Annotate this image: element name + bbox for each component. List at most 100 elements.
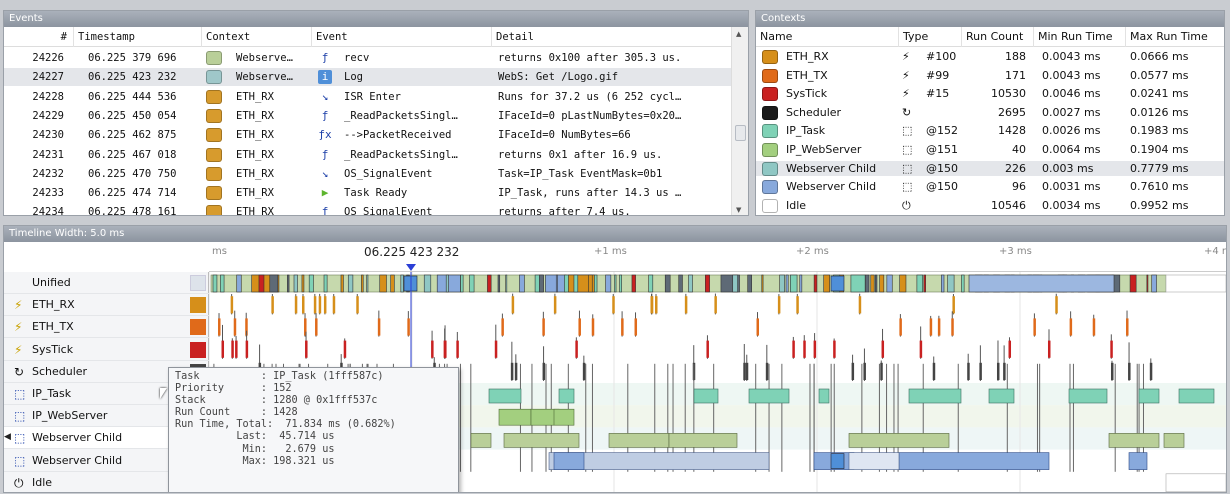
context-row[interactable]: Webserver Child ⬚ @150 226 0.003 ms 0.7779 ms bbox=[756, 160, 1224, 177]
context-row[interactable]: ETH_RX ⚡ #100 188 0.0043 ms 0.0666 ms bbox=[756, 49, 1224, 65]
timeline-row-name: ETH_RX bbox=[32, 298, 75, 312]
col-event[interactable]: Event bbox=[312, 27, 492, 47]
event-timestamp: 06.225 450 054 bbox=[88, 109, 177, 122]
event-row[interactable]: 24227 06.225 423 232 Webserve… i Log WebS: Ge… bbox=[4, 68, 732, 87]
context-name: Idle bbox=[786, 198, 807, 212]
event-number: 24227 bbox=[32, 71, 64, 84]
ruler-tick-3: +3 ms bbox=[999, 246, 1032, 257]
context-color-icon bbox=[206, 166, 222, 181]
event-spike-fill bbox=[356, 296, 359, 314]
event-row[interactable]: 24230 06.225 462 875 ETH_RX ƒx -->PacketRece… bbox=[4, 126, 732, 144]
context-row[interactable]: IP_Task ⬚ @152 1428 0.0026 ms 0.1983 ms bbox=[756, 123, 1224, 139]
context-run-count: 10530 bbox=[991, 87, 1026, 101]
event-number: 24228 bbox=[32, 90, 64, 103]
context-run-count: 96 bbox=[1012, 180, 1026, 194]
event-timestamp: 06.225 467 018 bbox=[88, 148, 177, 161]
timeline-row-name: ETH_TX bbox=[32, 320, 74, 334]
unified-segment bbox=[400, 274, 404, 293]
events-panel: Events # Timestamp Context Event Detail … bbox=[3, 10, 749, 216]
event-row[interactable]: 24226 06.225 379 696 Webserve… ƒ recv returns… bbox=[4, 49, 732, 67]
webserver-child-bar bbox=[1108, 433, 1160, 448]
context-row[interactable]: ETH_TX ⚡ #99 171 0.0043 ms 0.0577 ms bbox=[756, 68, 1224, 84]
event-spike-fill bbox=[578, 318, 581, 336]
context-min-run: 0.0031 ms bbox=[1042, 180, 1101, 194]
event-spike-fill bbox=[323, 296, 327, 314]
context-color-icon bbox=[206, 51, 222, 65]
unified-segment bbox=[923, 274, 926, 293]
events-scrollbar[interactable]: ▲ ▼ bbox=[731, 27, 748, 215]
unified-segment bbox=[301, 274, 305, 293]
unified-segment bbox=[293, 274, 298, 293]
time-ruler[interactable]: ms 06.225 423 232 +1 ms +2 ms +3 ms +4 r bbox=[209, 242, 1227, 272]
context-color-icon bbox=[762, 124, 778, 139]
unified-segment bbox=[545, 274, 567, 293]
event-spike-fill bbox=[937, 318, 941, 336]
col-min-run[interactable]: Min Run Time bbox=[1034, 27, 1126, 47]
timeline-row-label[interactable]: ⚡ ETH_RX bbox=[4, 294, 209, 317]
col-detail[interactable]: Detail bbox=[492, 27, 732, 47]
webserver-child2-bar bbox=[898, 452, 1050, 470]
col-num[interactable]: # bbox=[4, 27, 74, 47]
col-context[interactable]: Context bbox=[202, 27, 312, 47]
event-timestamp: 06.225 423 232 bbox=[88, 71, 177, 84]
unified-segment bbox=[361, 274, 364, 293]
ruler-tick-4: +4 r bbox=[1204, 246, 1227, 257]
event-timestamp: 06.225 379 696 bbox=[88, 52, 177, 64]
unified-segment bbox=[236, 274, 242, 293]
context-type-icon: ↻ bbox=[902, 105, 912, 119]
col-name[interactable]: Name bbox=[756, 27, 899, 47]
unified-segment bbox=[879, 274, 885, 293]
unified-segment bbox=[747, 274, 752, 293]
event-row[interactable]: 24234 06.225 478 161 ETH_RX ƒ OS_SignalEvent… bbox=[4, 203, 732, 215]
context-min-run: 0.0034 ms bbox=[1042, 198, 1101, 212]
event-spike-fill bbox=[813, 340, 817, 358]
event-row[interactable]: 24233 06.225 474 714 ETH_RX ▶ Task Ready IP_T… bbox=[4, 184, 732, 202]
scroll-thumb[interactable] bbox=[735, 125, 746, 141]
col-max-run[interactable]: Max Run Time bbox=[1126, 27, 1224, 47]
context-max-run: 0.7610 ms bbox=[1130, 180, 1189, 194]
timeline-panel: Timeline Width: 5.0 ms ms 06.225 423 232… bbox=[3, 225, 1227, 493]
context-type-icon: ⚡ bbox=[14, 320, 23, 335]
context-type-icon: ⬚ bbox=[902, 161, 913, 175]
ruler-tick-1: +1 ms bbox=[594, 246, 627, 257]
unified-segment bbox=[469, 274, 475, 293]
event-spike-fill bbox=[553, 296, 557, 314]
task-ready-icon: ▶ bbox=[321, 186, 329, 200]
col-timestamp[interactable]: Timestamp bbox=[74, 27, 202, 47]
unified-segment bbox=[874, 274, 878, 293]
event-spike-fill bbox=[1128, 362, 1131, 380]
col-type[interactable]: Type bbox=[899, 27, 962, 47]
mouse-pointer-icon bbox=[160, 388, 167, 399]
ip-task-bar bbox=[1068, 388, 1108, 404]
context-row[interactable]: Idle ⏻ 10546 0.0034 ms 0.9952 ms bbox=[756, 198, 1224, 214]
event-row[interactable]: 24228 06.225 444 536 ETH_RX ↘ ISR Enter Runs … bbox=[4, 88, 732, 106]
timeline-row-label[interactable]: ⚡ SysTick bbox=[4, 339, 209, 361]
context-name: IP_Task bbox=[786, 124, 826, 138]
context-row[interactable]: SysTick ⚡ #15 10530 0.0046 ms 0.0241 ms bbox=[756, 86, 1224, 102]
event-context: ETH_RX bbox=[236, 129, 274, 142]
unified-segment bbox=[631, 274, 636, 293]
timeline-row-label[interactable]: ⚡ ETH_TX bbox=[4, 316, 209, 339]
contexts-header: Name Type Run Count Min Run Time Max Run… bbox=[756, 27, 1224, 47]
context-row[interactable]: Webserver Child ⬚ @150 96 0.0031 ms 0.7610 ms bbox=[756, 179, 1224, 195]
context-row[interactable]: Scheduler ↻ 2695 0.0027 ms 0.0126 ms bbox=[756, 105, 1224, 121]
event-spike-fill bbox=[745, 362, 749, 380]
context-row[interactable]: IP_WebServer ⬚ @151 40 0.0064 ms 0.1904 ms bbox=[756, 142, 1224, 158]
event-spike-fill bbox=[650, 296, 654, 314]
ip-task-bar bbox=[818, 388, 830, 404]
col-run-count[interactable]: Run Count bbox=[962, 27, 1034, 47]
event-spike-fill bbox=[231, 340, 234, 358]
event-row[interactable]: 24229 06.225 450 054 ETH_RX ƒ _ReadPacketsSi… bbox=[4, 107, 732, 125]
event-row[interactable]: 24231 06.225 467 018 ETH_RX ƒ _ReadPacketsSi… bbox=[4, 146, 732, 164]
context-type-icon: ⚡ bbox=[14, 342, 23, 357]
event-spike-fill bbox=[511, 296, 515, 314]
timeline-row-label[interactable]: Unified bbox=[4, 272, 209, 294]
event-context: ETH_RX bbox=[236, 148, 274, 161]
event-row[interactable]: 24232 06.225 470 750 ETH_RX ↘ OS_SignalEvent… bbox=[4, 165, 732, 183]
unified-segment bbox=[445, 274, 449, 293]
context-type-icon: ⬚ bbox=[902, 180, 913, 194]
ip-webserver-bar bbox=[498, 408, 532, 426]
unified-segment bbox=[947, 274, 955, 293]
event-detail: returns 0x100 after 305.3 us. bbox=[498, 52, 682, 64]
cursor-marker-icon[interactable] bbox=[406, 264, 416, 271]
